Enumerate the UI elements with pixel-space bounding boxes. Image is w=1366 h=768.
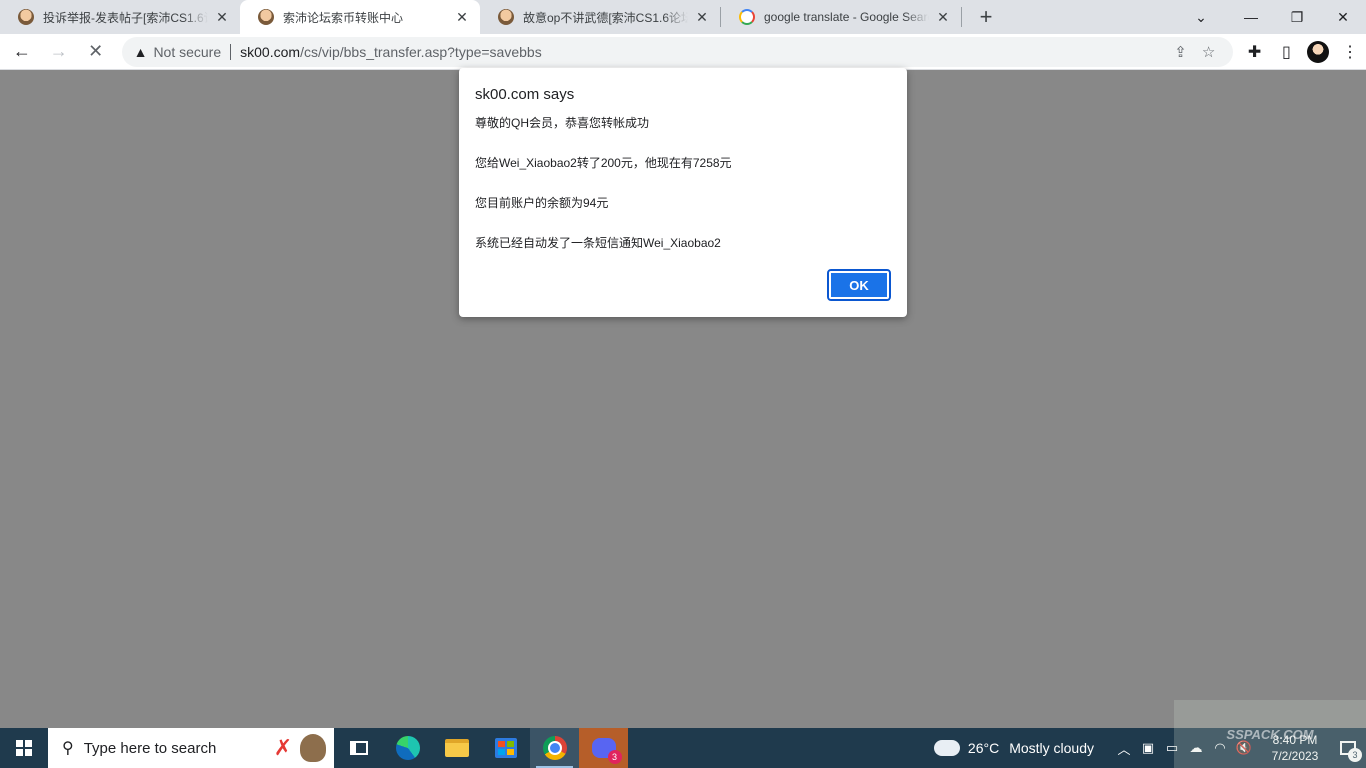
tab-complaint[interactable]: 投诉举报-发表帖子[索沛CS1.6论坛 ✕: [0, 0, 240, 34]
start-button[interactable]: [0, 728, 48, 768]
chrome-taskbar-button[interactable]: [530, 728, 579, 768]
tab-title: 故意op不讲武德[索沛CS1.6论坛 C: [523, 10, 688, 25]
share-icon[interactable]: ⇪: [1167, 43, 1195, 61]
ok-button[interactable]: OK: [827, 269, 891, 301]
tab-separator: [961, 7, 962, 27]
side-panel-icon[interactable]: ▯: [1270, 36, 1302, 68]
google-icon: [739, 9, 755, 25]
tab-google-search[interactable]: google translate - Google Search ✕: [721, 0, 961, 34]
close-icon[interactable]: ✕: [935, 9, 951, 25]
taskbar-search-box[interactable]: ⚲ Type here to search ✗: [48, 728, 334, 768]
stop-loading-button[interactable]: ✕: [80, 36, 112, 68]
url-path: /cs/vip/bbs_transfer.asp?type=savebbs: [300, 43, 542, 60]
tab-strip: 投诉举报-发表帖子[索沛CS1.6论坛 ✕ 索沛论坛索币转账中心 ✕ 故意op不…: [0, 0, 1366, 34]
discord-taskbar-button[interactable]: 3: [579, 728, 628, 768]
mascot-icon: [300, 734, 326, 762]
alert-dialog: sk00.com says 尊敬的QH会员，恭喜您转帐成功 您给Wei_Xiao…: [459, 68, 907, 317]
firecracker-icon: ✗: [273, 735, 293, 760]
weather-temperature: 26°C: [967, 740, 1000, 756]
clock-time: 8:40 PM: [1272, 733, 1318, 747]
windows-taskbar: ⚲ Type here to search ✗ 3 26°C Mostly cl…: [0, 728, 1366, 768]
weather-widget[interactable]: 26°C Mostly cloudy: [933, 734, 1094, 756]
address-bar[interactable]: ▲ Not secure sk00.com/cs/vip/bbs_transfe…: [121, 36, 1233, 67]
windows-logo-icon: [16, 740, 32, 756]
search-placeholder: Type here to search: [83, 739, 217, 757]
clock-date: 7/2/2023: [1271, 749, 1319, 763]
edge-icon: [395, 736, 420, 760]
profile-avatar[interactable]: [1302, 36, 1334, 68]
security-label[interactable]: Not secure: [153, 44, 221, 60]
chevron-up-icon[interactable]: ︿: [1112, 739, 1136, 758]
browser-toolbar: ← → ✕ ▲ Not secure sk00.com/cs/vip/bbs_t…: [0, 34, 1366, 70]
tab-transfer-center[interactable]: 索沛论坛索币转账中心 ✕: [240, 0, 480, 34]
close-window-button[interactable]: ✕: [1320, 0, 1366, 34]
dialog-message-line: 您目前账户的余额为94元: [475, 196, 609, 210]
avatar-icon: [18, 9, 34, 25]
forward-button[interactable]: →: [43, 36, 75, 68]
clock[interactable]: 8:40 PM 7/2/2023: [1260, 732, 1330, 764]
minimize-button[interactable]: —: [1228, 0, 1274, 34]
file-explorer-taskbar-button[interactable]: [432, 728, 481, 768]
weather-description: Mostly cloudy: [1009, 740, 1094, 756]
menu-kebab-icon[interactable]: ⋮: [1334, 36, 1366, 68]
url-text[interactable]: sk00.com/cs/vip/bbs_transfer.asp?type=sa…: [240, 44, 1166, 60]
meet-now-icon[interactable]: ▣: [1136, 740, 1160, 756]
new-tab-button[interactable]: +: [972, 3, 1000, 31]
dialog-message-line: 系统已经自动发了一条短信通知Wei_Xiaobao2: [475, 236, 721, 250]
extensions-puzzle-icon[interactable]: ✚: [1239, 36, 1271, 68]
divider: [230, 43, 232, 60]
tab-forum-post[interactable]: 故意op不讲武德[索沛CS1.6论坛 C ✕: [480, 0, 720, 34]
tab-title: 索沛论坛索币转账中心: [283, 10, 404, 25]
window-controls: ⌄ — ❐ ✕: [1178, 0, 1366, 34]
system-tray: 26°C Mostly cloudy ︿ ▣ ▭ ☁ ◠ 🔇 8:40 PM 7…: [933, 728, 1366, 768]
avatar-icon: [258, 9, 274, 25]
warning-icon[interactable]: ▲: [134, 44, 148, 60]
edge-taskbar-button[interactable]: [383, 728, 432, 768]
search-highlight-illustration: ✗: [270, 734, 326, 762]
close-icon[interactable]: ✕: [214, 9, 230, 25]
notification-center-button[interactable]: 3: [1330, 728, 1366, 768]
url-host: sk00.com: [240, 43, 301, 60]
dialog-message-line: 您给Wei_Xiaobao2转了200元，他现在有7258元: [475, 156, 732, 170]
dialog-title: sk00.com says: [475, 86, 575, 103]
tab-title: 投诉举报-发表帖子[索沛CS1.6论坛: [43, 10, 208, 25]
tab-title: google translate - Google Search: [764, 10, 929, 24]
chrome-icon: [542, 736, 567, 760]
avatar-icon: [498, 9, 514, 25]
battery-icon[interactable]: ▭: [1160, 740, 1184, 756]
store-taskbar-button[interactable]: [481, 728, 530, 768]
notification-count: 3: [1348, 748, 1362, 762]
discord-badge: 3: [607, 750, 622, 764]
dialog-message-line: 尊敬的QH会员，恭喜您转帐成功: [475, 116, 650, 130]
speaker-muted-icon[interactable]: 🔇: [1232, 740, 1256, 756]
onedrive-cloud-icon[interactable]: ☁: [1184, 740, 1208, 756]
task-view-icon: [349, 741, 368, 755]
discord-icon: 3: [591, 738, 622, 764]
back-button[interactable]: ←: [6, 36, 38, 68]
close-icon[interactable]: ✕: [454, 9, 470, 25]
wifi-icon[interactable]: ◠: [1208, 740, 1232, 756]
search-icon: ⚲: [62, 740, 74, 757]
store-icon: [494, 738, 517, 758]
chevron-down-icon[interactable]: ⌄: [1178, 0, 1224, 34]
restore-button[interactable]: ❐: [1274, 0, 1320, 34]
task-view-button[interactable]: [334, 728, 383, 768]
bookmark-star-icon[interactable]: ☆: [1195, 43, 1223, 61]
folder-icon: [444, 739, 469, 757]
partly-cloudy-icon: [933, 734, 960, 756]
close-icon[interactable]: ✕: [694, 9, 710, 25]
